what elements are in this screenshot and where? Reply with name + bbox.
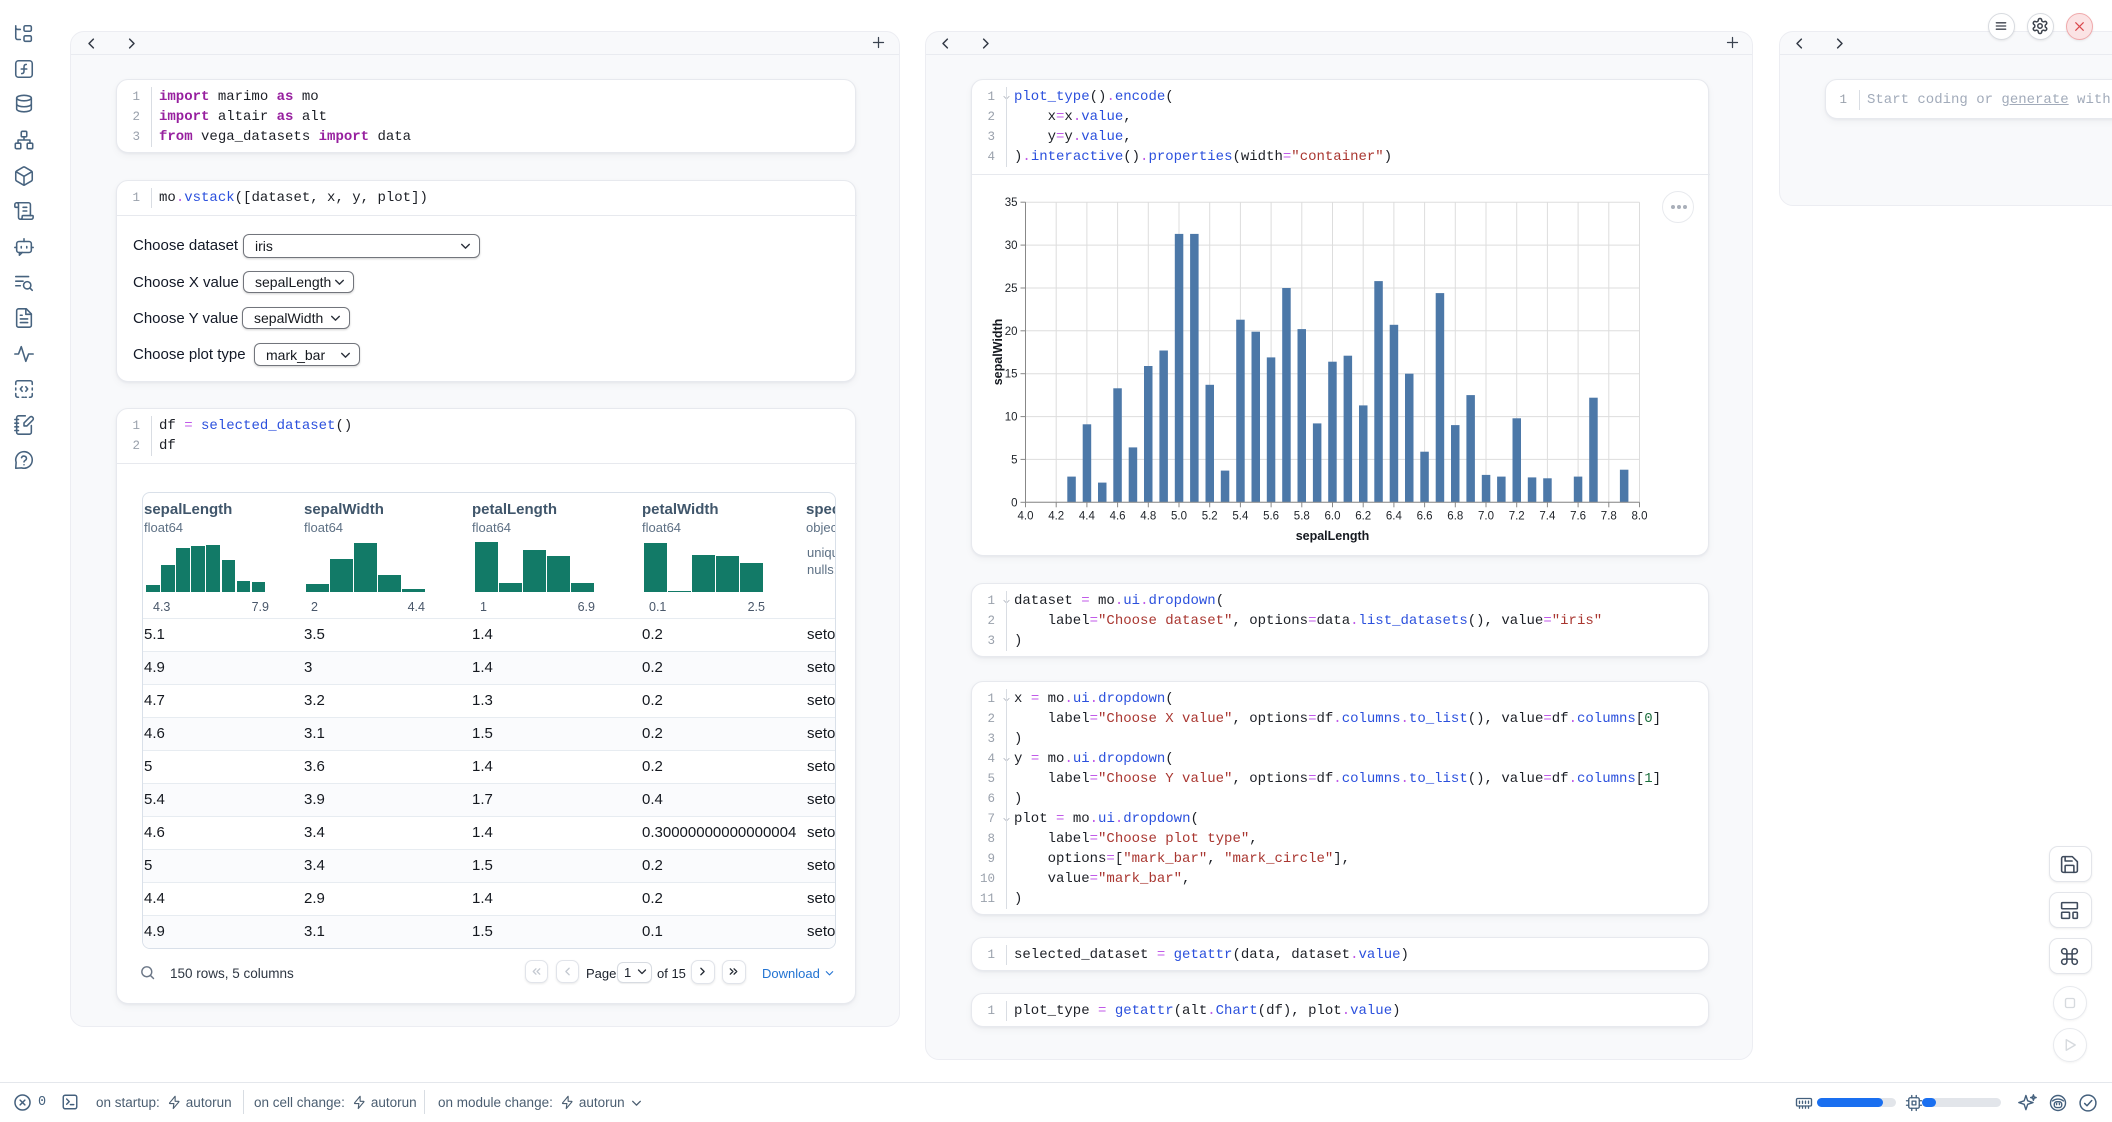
svg-text:25: 25 bbox=[1005, 283, 1018, 295]
svg-text:4.0: 4.0 bbox=[1018, 511, 1034, 523]
svg-text:7.4: 7.4 bbox=[1539, 511, 1556, 523]
svg-text:sepalLength: sepalLength bbox=[1296, 529, 1370, 543]
svg-text:5: 5 bbox=[1011, 454, 1017, 466]
svg-text:5.2: 5.2 bbox=[1202, 511, 1218, 523]
svg-text:6.4: 6.4 bbox=[1386, 511, 1403, 523]
svg-text:7.0: 7.0 bbox=[1478, 511, 1494, 523]
svg-text:8.0: 8.0 bbox=[1632, 511, 1648, 523]
svg-text:4.6: 4.6 bbox=[1110, 511, 1126, 523]
svg-text:4.4: 4.4 bbox=[1079, 511, 1096, 523]
svg-text:5.4: 5.4 bbox=[1232, 511, 1249, 523]
svg-text:6.6: 6.6 bbox=[1417, 511, 1433, 523]
svg-text:7.6: 7.6 bbox=[1570, 511, 1586, 523]
svg-text:6.0: 6.0 bbox=[1325, 511, 1341, 523]
svg-text:5.0: 5.0 bbox=[1171, 511, 1187, 523]
svg-text:35: 35 bbox=[1005, 197, 1018, 209]
svg-text:0: 0 bbox=[1011, 497, 1017, 509]
svg-text:30: 30 bbox=[1005, 240, 1018, 252]
svg-text:5.8: 5.8 bbox=[1294, 511, 1310, 523]
svg-text:4.8: 4.8 bbox=[1140, 511, 1156, 523]
svg-text:4.2: 4.2 bbox=[1048, 511, 1064, 523]
svg-text:5.6: 5.6 bbox=[1263, 511, 1279, 523]
svg-text:10: 10 bbox=[1005, 412, 1018, 424]
svg-text:6.2: 6.2 bbox=[1355, 511, 1371, 523]
svg-text:6.8: 6.8 bbox=[1447, 511, 1463, 523]
svg-text:7.2: 7.2 bbox=[1509, 511, 1525, 523]
svg-text:7.8: 7.8 bbox=[1601, 511, 1617, 523]
